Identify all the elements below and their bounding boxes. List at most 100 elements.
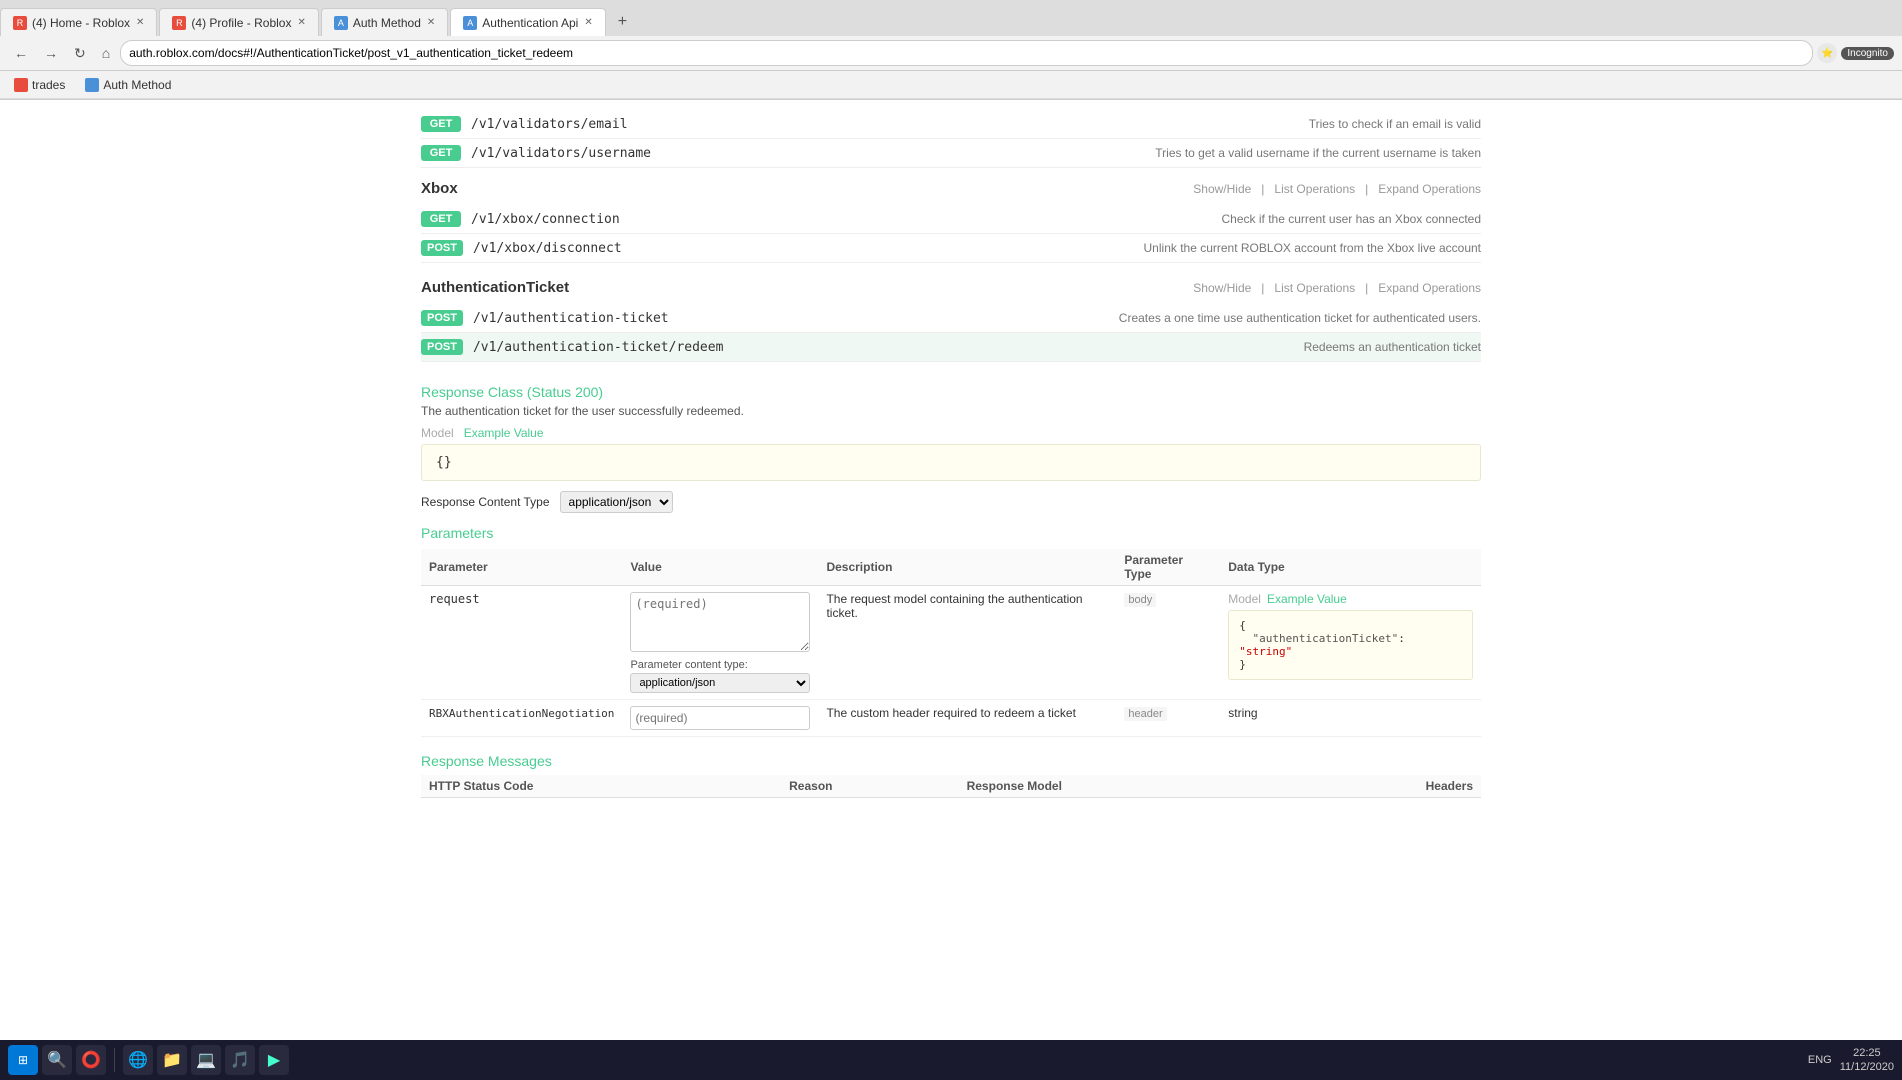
xbox-connection-row: GET /v1/xbox/connection Check if the cur… (421, 205, 1481, 234)
auth-ticket-row: POST /v1/authentication-ticket Creates a… (421, 304, 1481, 333)
bookmark-auth-method-label: Auth Method (103, 78, 171, 92)
taskbar-search[interactable]: 🔍 (42, 1045, 72, 1075)
xbox-disconnect-desc: Unlink the current ROBLOX account from t… (977, 241, 1481, 255)
method-post-badge-ticket: POST (421, 310, 463, 326)
auth-ticket-section-title: AuthenticationTicket (421, 279, 1193, 296)
example-value-tab[interactable]: Example Value (464, 426, 544, 440)
browser-chrome: R (4) Home - Roblox ✕ R (4) Profile - Ro… (0, 0, 1902, 100)
data-type-model-label: Model (1228, 592, 1261, 606)
model-tabs: Model Example Value (421, 426, 1481, 440)
model-label: Model (421, 426, 454, 440)
auth-redeem-row[interactable]: POST /v1/authentication-ticket/redeem Re… (421, 333, 1481, 362)
taskbar-file-explorer[interactable]: 📁 (157, 1045, 187, 1075)
tab-bar: R (4) Home - Roblox ✕ R (4) Profile - Ro… (0, 0, 1902, 36)
reload-button[interactable]: ↻ (68, 43, 92, 64)
xbox-section-header: Xbox Show/Hide | List Operations | Expan… (421, 180, 1481, 197)
param-name-rbx-auth: RBXAuthenticationNegotiation (429, 707, 614, 720)
bookmark-favicon-trades (14, 78, 28, 92)
method-get-badge-username: GET (421, 145, 461, 161)
tab-close-auth-api[interactable]: ✕ (584, 17, 592, 28)
nav-bar: ← → ↻ ⌂ ⭐ Incognito (0, 36, 1902, 71)
data-type-header: Model Example Value (1228, 592, 1473, 606)
param-input-request[interactable] (630, 592, 810, 652)
col-param-type: Parameter Type (1116, 549, 1220, 586)
tab-favicon-home: R (13, 16, 27, 30)
tab-home[interactable]: R (4) Home - Roblox ✕ (0, 8, 157, 36)
data-type-code-line: "authenticationTicket": "string" (1239, 632, 1462, 658)
col-description: Description (818, 549, 1116, 586)
method-get-badge-email: GET (421, 116, 461, 132)
taskbar-time-block: 22:25 11/12/2020 (1840, 1046, 1894, 1075)
col-headers: Headers (1292, 775, 1482, 798)
validators-username-desc: Tries to get a valid username if the cur… (976, 146, 1481, 160)
bookmark-auth-method[interactable]: Auth Method (79, 76, 177, 94)
bookmarks-bar: trades Auth Method (0, 71, 1902, 99)
tab-favicon-auth-method: A (334, 16, 348, 30)
xbox-connection-path: /v1/xbox/connection (471, 212, 976, 227)
nav-icons: ⭐ Incognito (1817, 43, 1894, 63)
tab-profile-label: (4) Profile - Roblox (191, 16, 291, 30)
bottom-spacer (421, 798, 1481, 858)
param-content-type-select[interactable]: application/json (630, 673, 810, 693)
taskbar-app1[interactable]: 💻 (191, 1045, 221, 1075)
data-type-code-close: } (1239, 658, 1462, 671)
auth-ticket-list-ops[interactable]: List Operations (1274, 281, 1355, 295)
taskbar-chrome[interactable]: 🌐 (123, 1045, 153, 1075)
auth-ticket-show-hide[interactable]: Show/Hide (1193, 281, 1251, 295)
home-button[interactable]: ⌂ (96, 43, 116, 63)
xbox-show-hide[interactable]: Show/Hide (1193, 182, 1251, 196)
response-class-title[interactable]: Response Class (Status 200) (421, 384, 1481, 400)
extensions-icon[interactable]: ⭐ (1817, 43, 1837, 63)
auth-redeem-desc: Redeems an authentication ticket (977, 340, 1481, 354)
tab-close-home[interactable]: ✕ (136, 17, 144, 28)
tab-close-profile[interactable]: ✕ (297, 17, 305, 28)
xbox-section-links: Show/Hide | List Operations | Expand Ope… (1193, 182, 1481, 196)
auth-ticket-expand-ops[interactable]: Expand Operations (1378, 281, 1481, 295)
bookmark-trades[interactable]: trades (8, 76, 71, 94)
taskbar-start[interactable]: ⊞ (8, 1045, 38, 1075)
col-http-status: HTTP Status Code (421, 775, 781, 798)
tab-auth-method[interactable]: A Auth Method ✕ (321, 8, 448, 36)
taskbar-app2[interactable]: 🎵 (225, 1045, 255, 1075)
auth-redeem-path: /v1/authentication-ticket/redeem (473, 340, 977, 355)
xbox-disconnect-path: /v1/xbox/disconnect (473, 241, 977, 256)
tab-close-auth-method[interactable]: ✕ (427, 17, 435, 28)
back-button[interactable]: ← (8, 43, 34, 63)
param-data-type-rbx-auth: string (1228, 706, 1257, 720)
data-type-example-link[interactable]: Example Value (1267, 592, 1347, 606)
param-input-rbx-auth[interactable] (630, 706, 810, 730)
col-data-type: Data Type (1220, 549, 1481, 586)
auth-ticket-desc: Creates a one time use authentication ti… (977, 311, 1481, 325)
address-bar[interactable] (120, 40, 1813, 66)
response-messages-table: HTTP Status Code Reason Response Model H… (421, 775, 1481, 798)
xbox-list-ops[interactable]: List Operations (1274, 182, 1355, 196)
content-type-select[interactable]: application/json (560, 491, 673, 513)
taskbar-lang: ENG (1808, 1054, 1832, 1066)
response-messages-header-row: HTTP Status Code Reason Response Model H… (421, 775, 1481, 798)
param-name-request: request (429, 592, 480, 606)
param-row-rbx-auth: RBXAuthenticationNegotiation The custom … (421, 700, 1481, 737)
xbox-section-title: Xbox (421, 180, 1193, 197)
content-type-row: Response Content Type application/json (421, 491, 1481, 513)
taskbar-time: 22:25 (1840, 1046, 1894, 1060)
tab-auth-api[interactable]: A Authentication Api ✕ (450, 8, 605, 36)
param-row-request: request Parameter content type: applicat… (421, 586, 1481, 700)
bookmark-trades-label: trades (32, 78, 65, 92)
method-post-badge-xbox: POST (421, 240, 463, 256)
auth-ticket-section-links: Show/Hide | List Operations | Expand Ope… (1193, 281, 1481, 295)
xbox-connection-desc: Check if the current user has an Xbox co… (976, 212, 1481, 226)
col-response-model: Response Model (959, 775, 1292, 798)
response-code: {} (436, 455, 452, 470)
xbox-disconnect-row: POST /v1/xbox/disconnect Unlink the curr… (421, 234, 1481, 263)
col-parameter: Parameter (421, 549, 622, 586)
data-type-code: { (1239, 619, 1462, 632)
forward-button[interactable]: → (38, 43, 64, 63)
param-desc-request: The request model containing the authent… (826, 592, 1082, 620)
taskbar-cortana[interactable]: ⭕ (76, 1045, 106, 1075)
auth-ticket-section-header: AuthenticationTicket Show/Hide | List Op… (421, 279, 1481, 296)
new-tab-button[interactable]: + (608, 8, 637, 36)
taskbar-app3[interactable]: ▶ (259, 1045, 289, 1075)
tab-profile[interactable]: R (4) Profile - Roblox ✕ (159, 8, 318, 36)
xbox-expand-ops[interactable]: Expand Operations (1378, 182, 1481, 196)
parameters-table: Parameter Value Description Parameter Ty… (421, 549, 1481, 737)
